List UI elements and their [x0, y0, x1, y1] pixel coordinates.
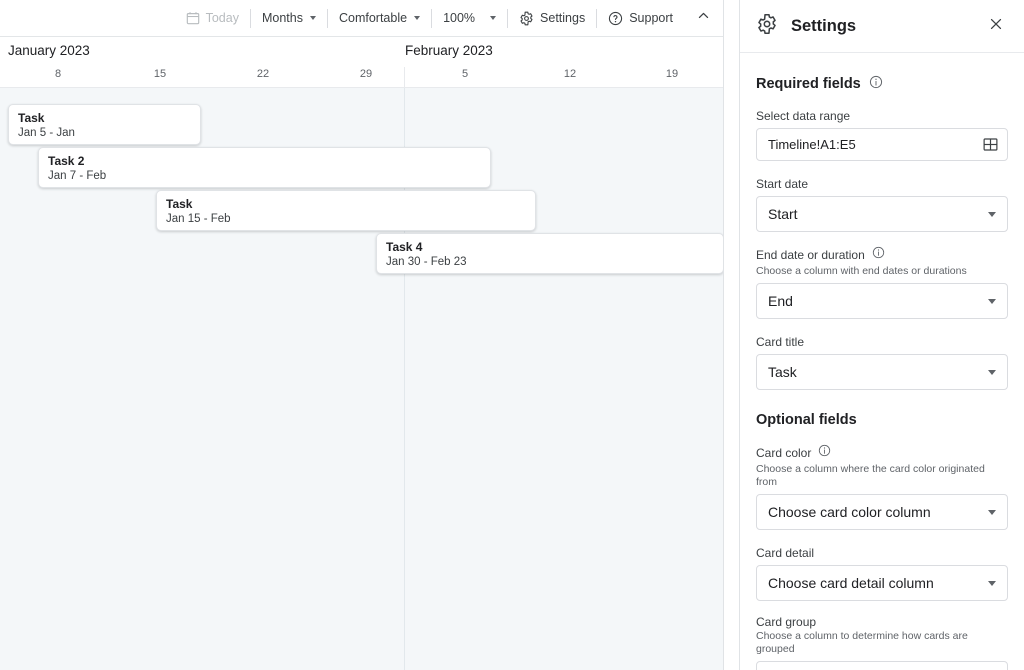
range-label: Months: [262, 11, 303, 25]
gear-icon: [519, 11, 534, 26]
settings-panel: Settings Required fields: [739, 0, 1024, 670]
chevron-up-icon: [696, 8, 711, 28]
card-group-select[interactable]: Choose group by column: [756, 661, 1008, 670]
start-date-label: Start date: [756, 177, 1008, 191]
card-detail-select[interactable]: Choose card detail column: [756, 565, 1008, 601]
today-button[interactable]: Today: [177, 5, 248, 31]
day-tick-label: 15: [154, 68, 166, 80]
required-fields-heading: Required fields: [756, 75, 1008, 93]
chevron-down-icon: [988, 510, 996, 515]
timeline-card[interactable]: Task 4Jan 30 - Feb 23: [376, 233, 724, 274]
toolbar-divider: [507, 9, 508, 28]
card-group-hint: Choose a column to determine how cards a…: [756, 630, 1008, 656]
settings-button[interactable]: Settings: [510, 5, 594, 31]
info-icon[interactable]: [872, 246, 885, 264]
settings-panel-body: Required fields Select data range Timeli…: [740, 53, 1024, 670]
settings-panel-title: Settings: [791, 17, 982, 36]
start-date-value: Start: [768, 206, 798, 222]
data-range-value: Timeline!A1:E5: [768, 137, 856, 152]
month-label: February 2023: [405, 43, 493, 58]
close-icon: [988, 16, 1004, 37]
info-icon[interactable]: [869, 75, 883, 93]
zoom-label: 100%: [443, 11, 475, 25]
timeline-card[interactable]: TaskJan 5 - Jan: [8, 104, 201, 145]
chevron-down-icon: [988, 212, 996, 217]
card-color-label: Card color: [756, 446, 811, 460]
card-detail-label: Card detail: [756, 546, 1008, 560]
timeline-region: Today Months Comfortable 100%: [0, 0, 724, 670]
end-date-hint: Choose a column with end dates or durati…: [756, 265, 1008, 278]
chevron-down-icon: [988, 581, 996, 586]
end-date-select[interactable]: End: [756, 283, 1008, 319]
data-range-input[interactable]: Timeline!A1:E5: [756, 128, 1008, 161]
toolbar-divider: [596, 9, 597, 28]
timeline-card-title: Task 4: [386, 240, 714, 254]
data-range-label: Select data range: [756, 109, 1008, 123]
settings-panel-header: Settings: [740, 0, 1024, 53]
optional-fields-heading: Optional fields: [756, 412, 1008, 428]
close-panel-button[interactable]: [982, 12, 1010, 40]
timeline-card-dates: Jan 15 - Feb: [166, 212, 526, 226]
card-color-select[interactable]: Choose card color column: [756, 494, 1008, 530]
timeline-card[interactable]: TaskJan 15 - Feb: [156, 190, 536, 231]
timeline-card-dates: Jan 5 - Jan: [18, 126, 191, 140]
start-date-select[interactable]: Start: [756, 196, 1008, 232]
day-tick-label: 22: [257, 68, 269, 80]
end-date-value: End: [768, 293, 793, 309]
card-title-select[interactable]: Task: [756, 354, 1008, 390]
toolbar-divider: [327, 9, 328, 28]
timeline-card-title: Task: [18, 111, 191, 125]
timeline-toolbar: Today Months Comfortable 100%: [0, 0, 724, 37]
toolbar-divider: [431, 9, 432, 28]
zoom-dropdown[interactable]: 100%: [434, 5, 505, 31]
density-dropdown[interactable]: Comfortable: [330, 5, 429, 31]
calendar-icon: [186, 11, 200, 25]
info-icon[interactable]: [818, 444, 831, 462]
settings-label: Settings: [540, 11, 585, 25]
day-tick-label: 5: [462, 68, 468, 80]
timeline-card-dates: Jan 30 - Feb 23: [386, 255, 714, 269]
today-label: Today: [206, 11, 239, 25]
chevron-down-icon: [988, 370, 996, 375]
density-label: Comfortable: [339, 11, 407, 25]
card-detail-value: Choose card detail column: [768, 575, 934, 591]
timeline-date-header: January 2023 February 2023 8 15 22 29 5 12 19: [0, 37, 724, 88]
timeline-card[interactable]: Task 2Jan 7 - Feb: [38, 147, 491, 188]
grid-picker-icon[interactable]: [979, 134, 1001, 156]
timeline-chart-canvas[interactable]: TaskJan 5 - JanTask 2Jan 7 - FebTaskJan …: [0, 88, 724, 670]
day-tick-label: 12: [564, 68, 576, 80]
month-divider: [404, 67, 405, 88]
card-color-label-row: Card color: [756, 444, 1008, 462]
support-label: Support: [629, 11, 673, 25]
card-color-hint: Choose a column where the card color ori…: [756, 463, 1008, 489]
day-tick-label: 8: [55, 68, 61, 80]
day-tick-label: 29: [360, 68, 372, 80]
card-group-label: Card group: [756, 615, 1008, 629]
support-button[interactable]: Support: [599, 5, 682, 31]
card-title-value: Task: [768, 364, 797, 380]
chevron-down-icon: [988, 299, 996, 304]
timeline-card-title: Task 2: [48, 154, 481, 168]
chevron-down-icon: [310, 16, 316, 20]
month-label: January 2023: [8, 43, 90, 58]
toolbar-divider: [250, 9, 251, 28]
chevron-down-icon: [414, 16, 420, 20]
timeline-card-dates: Jan 7 - Feb: [48, 169, 481, 183]
timeline-card-title: Task: [166, 197, 526, 211]
day-tick-label: 19: [666, 68, 678, 80]
gear-icon: [756, 13, 778, 40]
card-color-value: Choose card color column: [768, 504, 931, 520]
help-circle-icon: [608, 11, 623, 26]
range-dropdown[interactable]: Months: [253, 5, 325, 31]
collapse-toolbar-button[interactable]: [688, 3, 718, 33]
end-date-label: End date or duration: [756, 248, 865, 262]
card-title-label: Card title: [756, 335, 1008, 349]
chevron-down-icon: [490, 16, 496, 20]
end-date-label-row: End date or duration: [756, 246, 1008, 264]
timeline-app: Today Months Comfortable 100%: [0, 0, 1024, 670]
panel-gutter: [724, 0, 739, 670]
